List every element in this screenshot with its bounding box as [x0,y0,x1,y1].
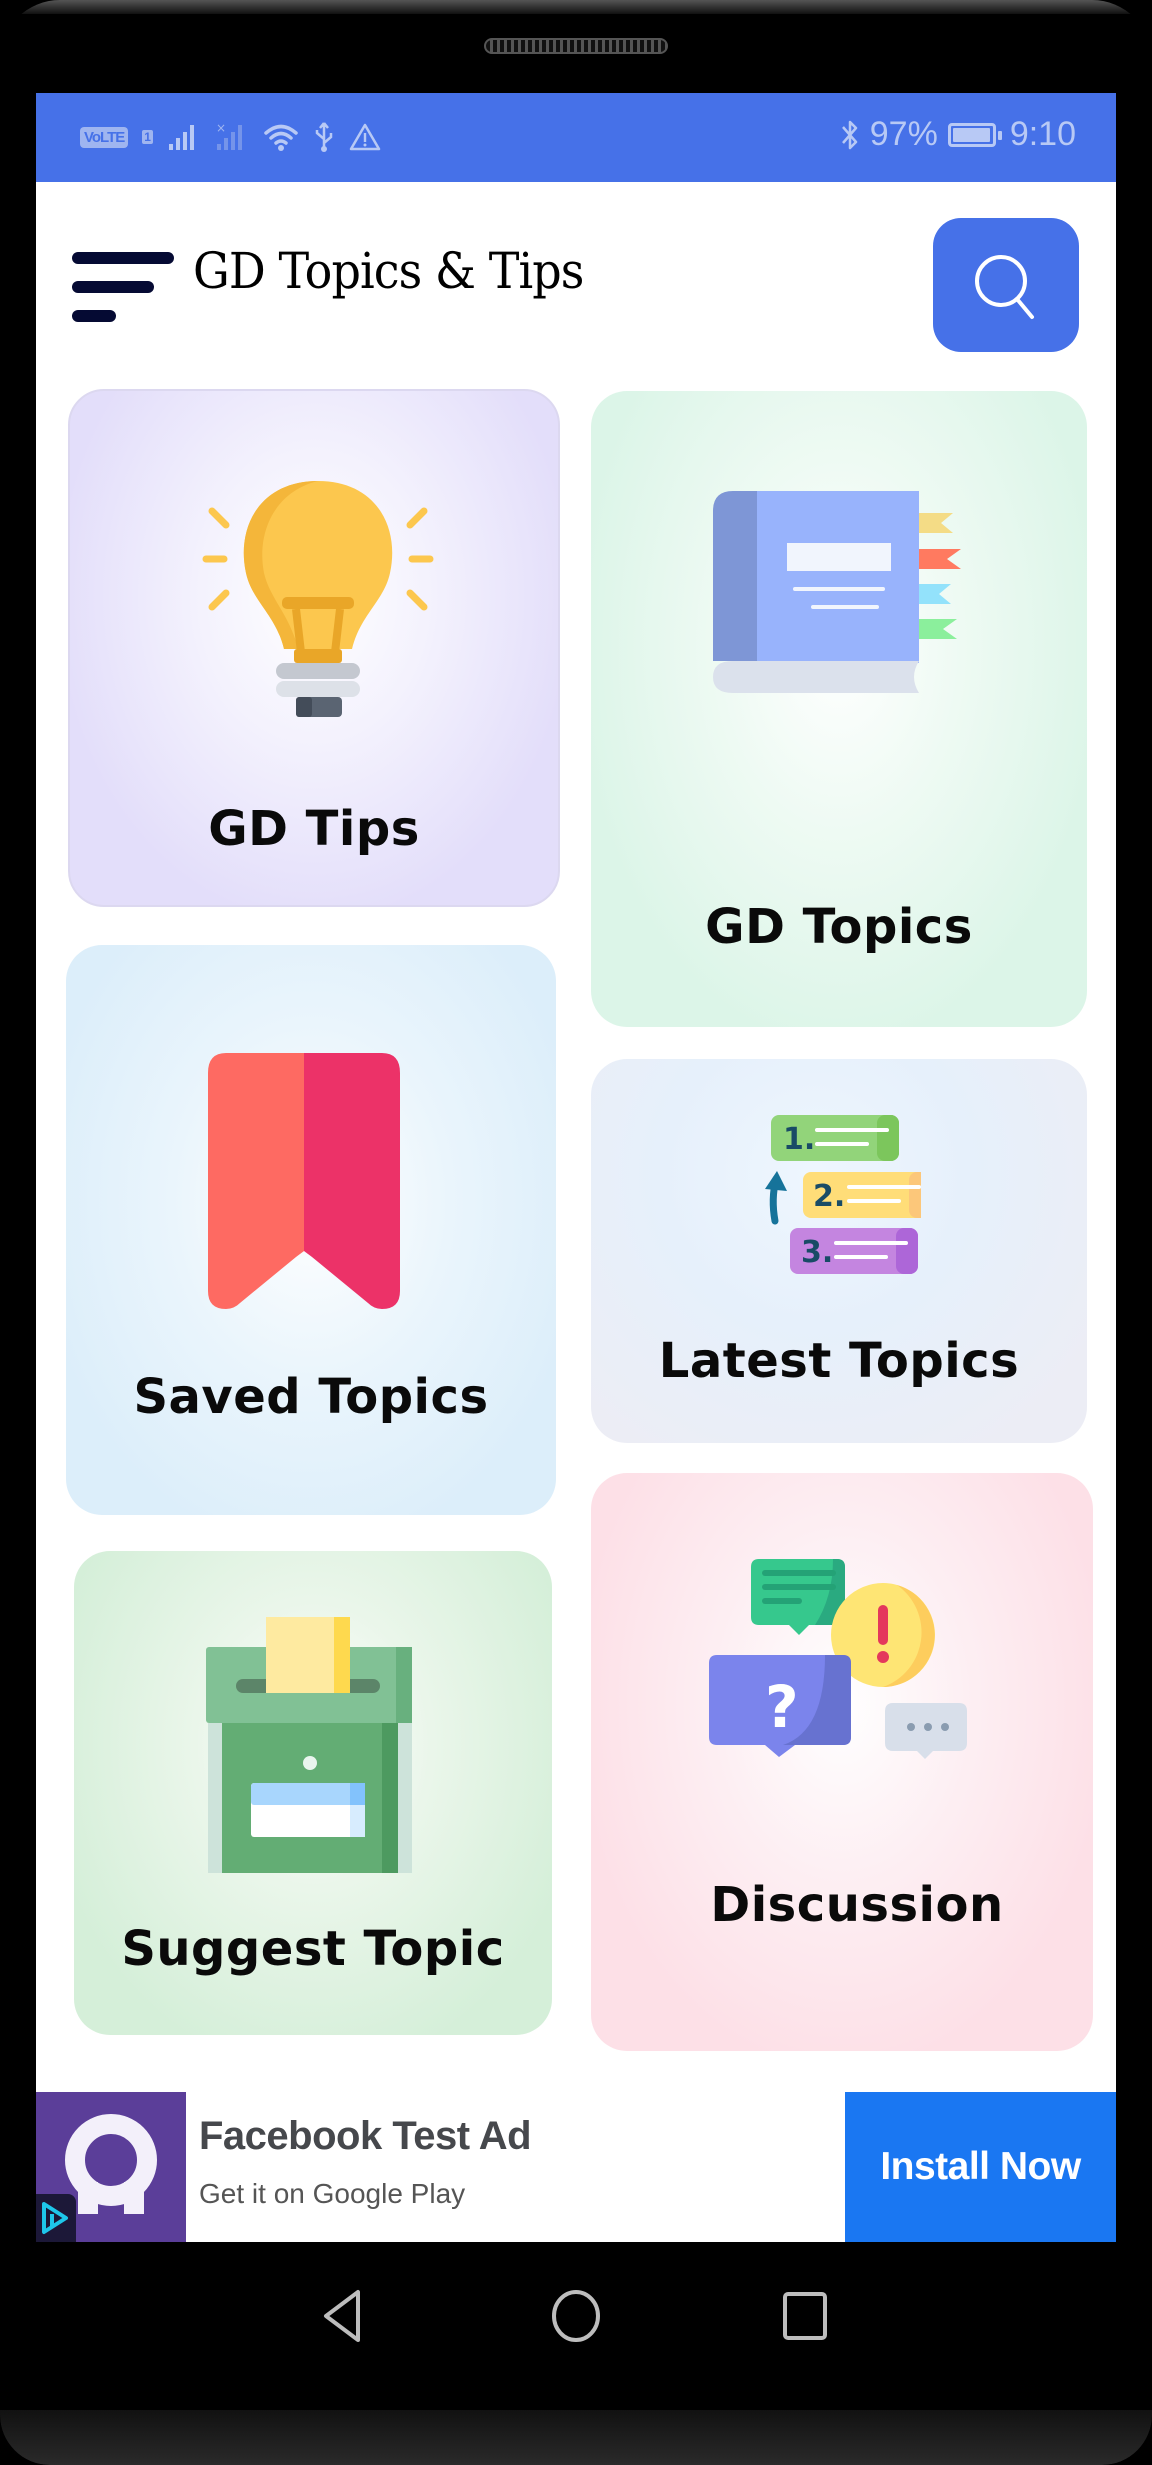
card-label: Latest Topics [658,1333,1020,1389]
rank-number: 3. [801,1235,833,1270]
signal-no-sim-icon: × [216,122,242,150]
back-icon[interactable] [316,2286,376,2346]
ranked-list-icon: 1. 2. 3. [765,1115,921,1274]
card-label: Discussion [710,1877,1004,1933]
ad-app-logo [36,2092,186,2242]
phone-frame: VoLTE 1 × 97% 9:10 GD Topics & Tips GD T… [0,0,1152,2465]
book-icon [713,491,961,693]
earpiece-speaker [484,38,668,54]
ad-subtitle: Get it on Google Play [199,2178,466,2209]
battery-charging-icon [947,122,1002,147]
signal-icon [168,125,194,150]
rank-number: 2. [813,1179,845,1214]
status-left-icons: VoLTE 1 × [80,121,381,153]
recents-icon[interactable] [776,2286,836,2346]
usb-icon [315,122,333,152]
lightbulb-icon [202,481,434,717]
battery-percent: 97% [869,115,938,153]
status-right-icons: 97% 9:10 [840,115,1076,154]
card-label: GD Topics [705,899,973,955]
svg-text:?: ? [765,1673,799,1741]
volte-icon: VoLTE [80,126,129,148]
wifi-icon [264,124,298,151]
card-label: Suggest Topic [121,1921,505,1977]
home-icon[interactable] [546,2286,606,2346]
ballot-box-icon [206,1617,412,1873]
warning-icon [349,123,381,151]
sim-slot-indicator: 1 [142,130,153,144]
search-button[interactable] [933,218,1079,352]
card-saved-topics[interactable]: Saved Topics [66,945,556,1515]
bookmark-icon [208,1053,400,1309]
screen: VoLTE 1 × 97% 9:10 GD Topics & Tips GD T… [36,93,1116,2242]
search-icon [975,255,1034,319]
svg-text:×: × [216,122,226,135]
chat-bubbles-icon: ? [709,1559,967,1759]
ad-title: Facebook Test Ad [199,2114,532,2158]
ad-choices-icon[interactable] [36,2194,76,2242]
card-suggest-topic[interactable]: Suggest Topic [74,1551,552,2035]
card-gd-topics[interactable]: GD Topics [591,391,1087,1027]
bluetooth-icon [841,120,857,149]
card-label: GD Tips [208,801,420,857]
app-header: GD Topics & Tips [36,182,1116,382]
battery-level-fill [952,127,990,142]
status-bar: VoLTE 1 × 97% 9:10 [36,93,1116,182]
ad-banner[interactable]: Facebook Test Ad Get it on Google Play I… [36,2092,1116,2242]
install-now-button[interactable]: Install Now [845,2092,1116,2242]
menu-icon[interactable] [72,252,174,322]
card-label: Saved Topics [133,1369,489,1425]
card-latest-topics[interactable]: 1. 2. 3. Latest Topics [591,1059,1087,1443]
system-nav-bar [0,2242,1152,2372]
card-gd-tips[interactable]: GD Tips [68,389,560,907]
app-title: GD Topics & Tips [193,242,584,300]
card-discussion[interactable]: ? Discussion [591,1473,1093,2051]
rank-number: 1. [783,1122,815,1157]
status-time: 9:10 [1009,115,1076,153]
